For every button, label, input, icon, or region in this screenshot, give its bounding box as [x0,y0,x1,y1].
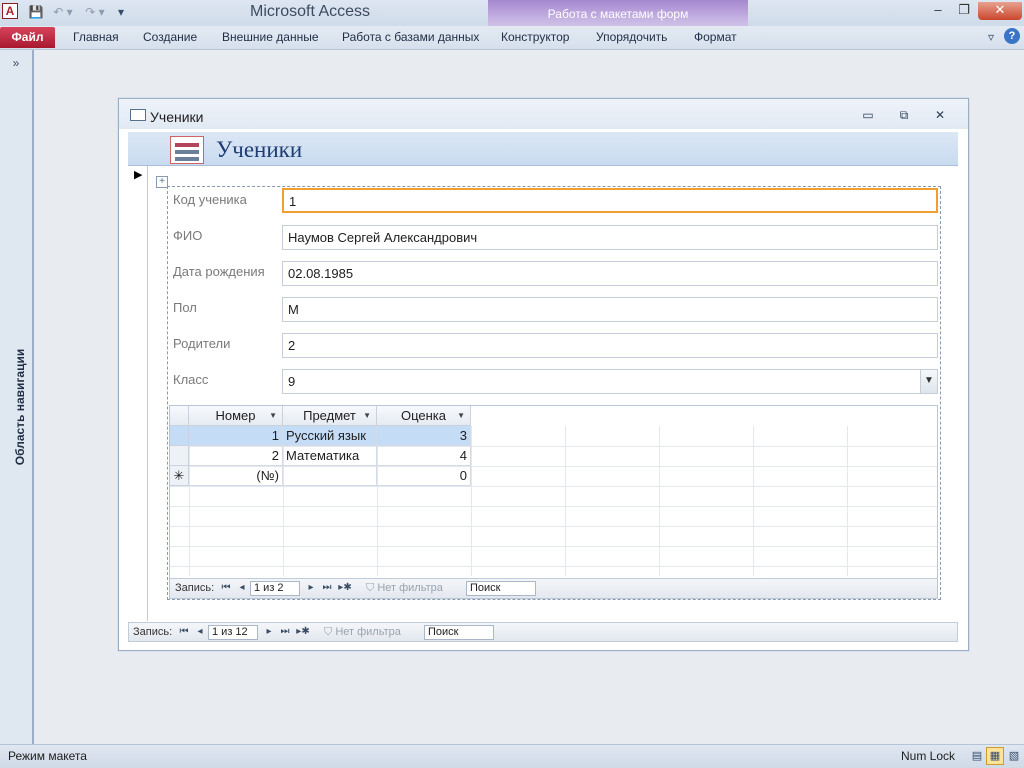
chevron-down-icon[interactable]: ▼ [457,406,465,425]
status-view-mode: Режим макета [8,749,87,763]
context-tab-group-title: Работа с макетами форм [547,7,689,21]
column-header-subject[interactable]: Предмет ▼ [283,406,377,426]
customize-quick-access-icon[interactable]: ▾ [114,4,128,20]
subform-nav-label: Запись: [175,582,215,594]
minimize-button[interactable]: – [924,2,952,20]
nav-pane-expand-icon[interactable]: » [9,56,23,70]
subform-current-record-input[interactable]: 1 из 2 [250,581,300,596]
new-record-nav-icon[interactable]: ▸✱ [294,626,312,637]
form-window-title: Ученики [150,109,204,125]
form-search-input[interactable]: Поиск [424,625,494,640]
filter-icon: ⛉ [366,582,375,594]
status-bar [0,744,1024,768]
row-selector[interactable] [170,446,189,466]
save-icon[interactable]: 💾 [28,4,44,20]
layout-view-icon[interactable]: ▦ [986,747,1004,765]
column-header-subject-label: Предмет [303,408,356,423]
column-header-number[interactable]: Номер ▼ [189,406,283,426]
subform-filter-label: Нет фильтра [377,582,443,594]
label-class[interactable]: Класс [173,372,208,387]
tab-file[interactable]: Файл [0,27,55,48]
maximize-button[interactable]: ❐ [950,2,978,20]
first-record-icon[interactable]: ⏮ [219,582,233,593]
cell-number[interactable]: 2 [189,446,283,466]
form-header-icon [170,136,204,164]
record-selector-bar[interactable] [128,166,148,621]
access-app-icon[interactable]: A [2,3,18,19]
label-gender[interactable]: Пол [173,300,197,315]
filter-icon: ⛉ [324,626,333,638]
close-button[interactable]: ✕ [978,2,1022,20]
app-title: Microsoft Access [249,3,371,20]
cell-grade[interactable]: 4 [377,446,471,466]
last-record-icon[interactable]: ⏭ [278,626,292,637]
current-record-arrow-icon: ▶ [134,169,143,181]
layout-move-handle-icon[interactable]: + [156,176,168,188]
next-record-icon[interactable]: ▸ [262,626,276,637]
form-minimize-button[interactable]: ▭ [858,108,878,124]
full-name-field[interactable]: Наумов Сергей Александрович [282,225,938,250]
tab-database-tools[interactable]: Работа с базами данных [342,30,479,44]
class-dropdown-chevron-icon[interactable]: ▼ [920,370,937,393]
nav-pane-label-area[interactable]: Область навигации [3,70,31,744]
next-record-icon[interactable]: ▸ [304,582,318,593]
label-full-name[interactable]: ФИО [173,228,202,243]
tab-external-data[interactable]: Внешние данные [222,30,319,44]
help-icon[interactable]: ? [1004,28,1020,44]
form-close-button[interactable]: ✕ [930,108,950,124]
subform-filter-indicator[interactable]: ⛉ Нет фильтра [366,582,443,595]
column-header-grade-label: Оценка [400,408,447,423]
new-record-nav-icon[interactable]: ▸✱ [336,582,354,593]
tab-home[interactable]: Главная [73,30,119,44]
design-view-icon[interactable]: ▧ [1005,747,1023,765]
column-header-number-label: Номер [215,408,256,423]
cell-number[interactable]: (№) [189,466,283,486]
gender-field[interactable]: М [282,297,938,322]
label-parents[interactable]: Родители [173,336,230,351]
cell-grade[interactable]: 0 [377,466,471,486]
cell-subject[interactable] [283,466,377,486]
last-record-icon[interactable]: ⏭ [320,582,334,593]
previous-record-icon[interactable]: ◂ [235,582,249,593]
parents-field[interactable]: 2 [282,333,938,358]
cell-subject[interactable]: Русский язык [283,426,377,446]
status-numlock: Num Lock [901,749,956,763]
ribbon-minimize-chevron-icon[interactable]: ▿ [984,30,998,44]
column-header-grade[interactable]: Оценка ▼ [377,406,471,426]
form-current-record-input[interactable]: 1 из 12 [208,625,258,640]
form-view-icon[interactable]: ▤ [968,747,986,765]
cell-grade[interactable]: 3 [377,426,471,446]
birth-date-field[interactable]: 02.08.1985 [282,261,938,286]
form-header-title[interactable]: Ученики [216,137,302,163]
form-window-caption [119,99,968,129]
row-selector[interactable] [170,426,189,446]
form-filter-indicator[interactable]: ⛉ Нет фильтра [324,626,401,639]
cell-subject[interactable]: Математика [283,446,377,466]
form-filter-label: Нет фильтра [335,626,401,638]
chevron-down-icon[interactable]: ▼ [363,406,371,425]
student-id-field[interactable]: 1 [282,188,938,213]
first-record-icon[interactable]: ⏮ [177,626,191,637]
subform-search-input[interactable]: Поиск [466,581,536,596]
nav-pane-label: Область навигации [13,348,27,466]
cell-number[interactable]: 1 [189,426,283,446]
undo-icon[interactable]: ↶ ▾ [50,4,76,20]
label-student-id[interactable]: Код ученика [173,192,247,207]
label-birth-date[interactable]: Дата рождения [173,264,265,279]
chevron-down-icon[interactable]: ▼ [269,406,277,425]
tab-design[interactable]: Конструктор [501,30,569,44]
new-record-icon[interactable]: ✳ [170,466,189,486]
form-icon [130,109,146,121]
select-all-corner[interactable] [170,406,189,426]
form-restore-button[interactable]: ⧉ [894,108,914,124]
redo-icon[interactable]: ↷ ▾ [82,4,108,20]
form-nav-label: Запись: [133,626,173,638]
class-combobox[interactable]: 9 [282,369,938,394]
previous-record-icon[interactable]: ◂ [193,626,207,637]
tab-arrange[interactable]: Упорядочить [596,30,667,44]
tab-create[interactable]: Создание [143,30,197,44]
tab-format[interactable]: Формат [694,30,737,44]
